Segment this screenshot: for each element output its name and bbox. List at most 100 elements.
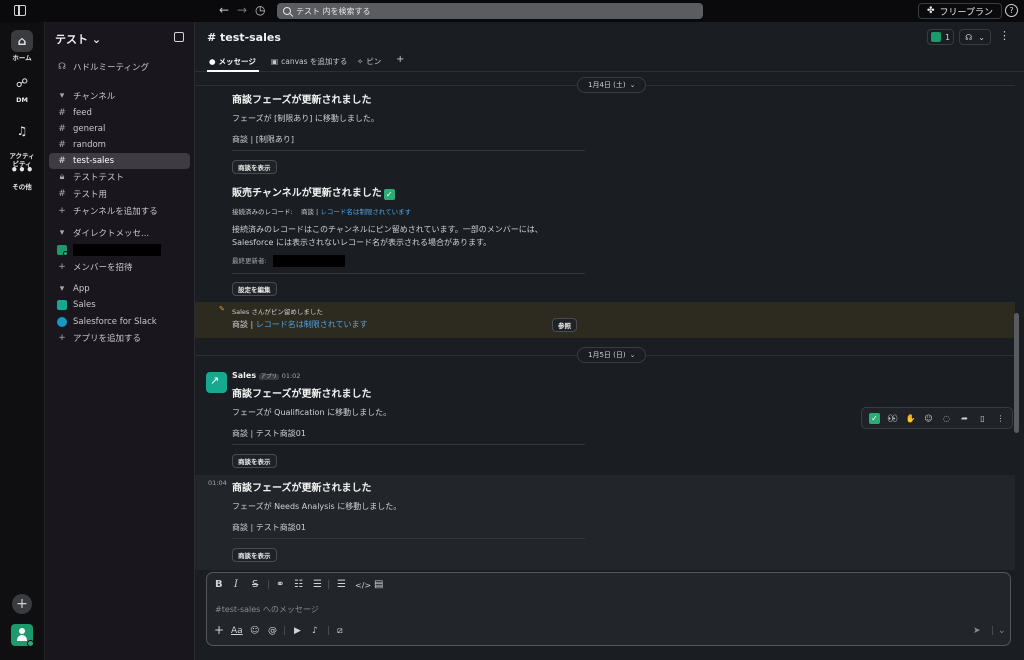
chevron-down-icon[interactable]: ⌄	[998, 626, 1006, 636]
plus-icon: +	[58, 333, 66, 343]
lock-icon: 🔒︎	[59, 172, 65, 182]
bell-icon: ♫	[16, 124, 28, 138]
channel-title[interactable]: # test-sales	[207, 31, 281, 44]
sales-app-icon	[57, 300, 67, 310]
members-button[interactable]: 1	[927, 29, 954, 45]
workspace-name[interactable]: テスト ⌄	[55, 31, 101, 47]
sidebar-item-random[interactable]: # random	[49, 137, 190, 153]
sidebar-item-general[interactable]: # general	[49, 121, 190, 137]
check-reaction-icon[interactable]: ✓	[867, 411, 882, 426]
plus-icon: +	[58, 262, 66, 272]
reply-thread-icon[interactable]: ◌	[939, 411, 954, 426]
tab-canvas[interactable]: ▣ canvas を追加する	[271, 56, 347, 67]
title-bar: ← → ◷ テスト 内を検索する ✤ フリープラン ?	[0, 0, 1024, 22]
sidebar-toggle-icon[interactable]	[14, 5, 26, 16]
plus-icon[interactable]: +	[214, 623, 224, 637]
code-block-icon[interactable]: ▤	[374, 579, 383, 590]
huddle-button[interactable]: ☊ ⌄	[959, 29, 991, 45]
search-placeholder: テスト 内を検索する	[296, 6, 371, 16]
rail-home[interactable]: ⌂ ホーム	[0, 30, 44, 62]
view-deal-button[interactable]: 商談を表示	[232, 548, 277, 562]
timestamp[interactable]: 01:04	[208, 479, 227, 487]
sender-name[interactable]: Sales	[232, 371, 256, 380]
view-button[interactable]: 参照	[552, 318, 577, 332]
send-icon[interactable]: ➤	[973, 626, 981, 636]
invite-members-button[interactable]: + メンバーを招待	[49, 259, 190, 275]
scrollbar[interactable]	[1014, 313, 1019, 433]
ordered-list-icon[interactable]: ☷	[294, 579, 303, 590]
bookmark-icon[interactable]: ▯	[975, 411, 990, 426]
sidebar-item-label: ハドルミーティング	[73, 63, 149, 73]
add-channel-button[interactable]: + チャンネルを追加する	[49, 203, 190, 219]
sidebar-item-dm-user[interactable]	[49, 242, 190, 258]
share-icon[interactable]: ➦	[957, 411, 972, 426]
apps-section-header[interactable]: ▾ App	[49, 281, 190, 297]
connected-records: 接続済みのレコード: 商談 | レコード名は制限されています	[232, 208, 412, 216]
back-arrow-icon[interactable]: ←	[219, 3, 229, 17]
italic-icon[interactable]: I	[234, 579, 238, 590]
message-input[interactable]: #test-sales へのメッセージ	[215, 604, 319, 615]
tab-pins[interactable]: ✧ ピン	[357, 56, 381, 67]
sidebar-item-feed[interactable]: # feed	[49, 105, 190, 121]
sidebar-item-test-test[interactable]: 🔒︎ テストテスト	[49, 169, 190, 185]
dm-section-header[interactable]: ▾ ダイレクトメッセ...	[49, 225, 190, 241]
video-icon[interactable]: ▶	[294, 626, 301, 636]
view-deal-button[interactable]: 商談を表示	[232, 454, 277, 468]
add-app-button[interactable]: + アプリを追加する	[49, 330, 190, 346]
pin-notice-text: Sales さんがピン留めしました	[232, 308, 323, 316]
message-composer: B I S | ⚭ ☷ ☰ | ☰ </> ▤ #test-sales へのメッ…	[206, 572, 1011, 646]
code-icon[interactable]: </>	[355, 581, 371, 590]
sidebar-item-test-use[interactable]: # テスト用	[49, 186, 190, 202]
message-record: 商談 | テスト商談01	[232, 523, 306, 532]
bulleted-list-icon[interactable]: ☰	[313, 579, 322, 590]
slash-command-icon[interactable]: ⧄	[337, 626, 343, 636]
raised-hands-reaction-icon[interactable]: ✋	[903, 411, 918, 426]
link-icon[interactable]: ⚭	[276, 579, 284, 590]
eyes-reaction-icon[interactable]: 👀︎	[885, 411, 900, 426]
message-actions-bar: ✓ 👀︎ ✋ ☺ ◌ ➦ ▯ ⋮	[861, 407, 1013, 429]
record-link[interactable]: レコード名は制限されています	[320, 208, 411, 216]
toolbar-divider: |	[991, 626, 995, 636]
rail-dm-label: DM	[16, 96, 28, 104]
bold-icon[interactable]: B	[215, 579, 223, 590]
sidebar-item-huddle[interactable]: ☊ ハドルミーティング	[49, 59, 190, 75]
emoji-icon[interactable]: ☺	[250, 626, 259, 636]
hash-icon: #	[58, 156, 66, 166]
help-icon[interactable]: ?	[1005, 4, 1018, 17]
date-divider-jan4[interactable]: 1月4日 (土) ⌄	[577, 77, 647, 93]
compose-icon[interactable]	[174, 32, 184, 42]
timestamp[interactable]: 01:02	[282, 372, 301, 380]
sales-app-avatar[interactable]: ↗	[206, 372, 227, 393]
sidebar-item-sales-app[interactable]: Sales	[49, 297, 190, 313]
free-plan-button[interactable]: ✤ フリープラン	[918, 3, 1003, 19]
pin-record-link[interactable]: レコード名は制限されています	[256, 320, 368, 329]
search-bar[interactable]: テスト 内を検索する	[277, 3, 703, 19]
forward-arrow-icon[interactable]: →	[237, 3, 247, 17]
pinned-notice: ✎ Sales さんがピン留めしました 商談 | レコード名は制限されています …	[195, 302, 1015, 338]
tab-messages[interactable]: ● メッセージ	[209, 56, 256, 67]
strikethrough-icon[interactable]: S	[252, 579, 258, 590]
sidebar-item-test-sales[interactable]: # test-sales	[49, 153, 190, 169]
rail-more[interactable]: ••• その他	[0, 159, 44, 191]
microphone-icon[interactable]: ♪	[312, 626, 318, 636]
rail-dm[interactable]: ☍ DM	[0, 72, 44, 104]
add-tab-button[interactable]: +	[396, 54, 404, 65]
add-reaction-icon[interactable]: ☺	[921, 411, 936, 426]
mention-icon[interactable]: @	[268, 626, 277, 636]
sidebar-item-salesforce[interactable]: Salesforce for Slack	[49, 314, 190, 330]
redacted-name	[73, 244, 161, 256]
history-icon[interactable]: ◷	[255, 3, 265, 17]
edit-settings-button[interactable]: 設定を編集	[232, 282, 277, 296]
view-deal-button[interactable]: 商談を表示	[232, 160, 277, 174]
quote-icon[interactable]: ☰	[337, 579, 346, 590]
more-vertical-icon[interactable]: ⋮	[993, 411, 1008, 426]
text-format-icon[interactable]: Aa	[231, 626, 243, 636]
add-workspace-icon[interactable]: +	[12, 594, 32, 614]
more-vertical-icon[interactable]: ⋮	[999, 29, 1010, 42]
user-avatar[interactable]	[11, 624, 34, 647]
message-body-line2: Salesforce には表示されないレコード名が表示される場合があります。	[232, 238, 492, 247]
message-body: フェーズが Qualification に移動しました。	[232, 408, 392, 417]
caret-down-icon: ▾	[59, 228, 65, 238]
date-divider-jan5[interactable]: 1月5日 (日) ⌄	[577, 347, 647, 363]
channels-section-header[interactable]: ▾ チャンネル	[49, 88, 190, 104]
